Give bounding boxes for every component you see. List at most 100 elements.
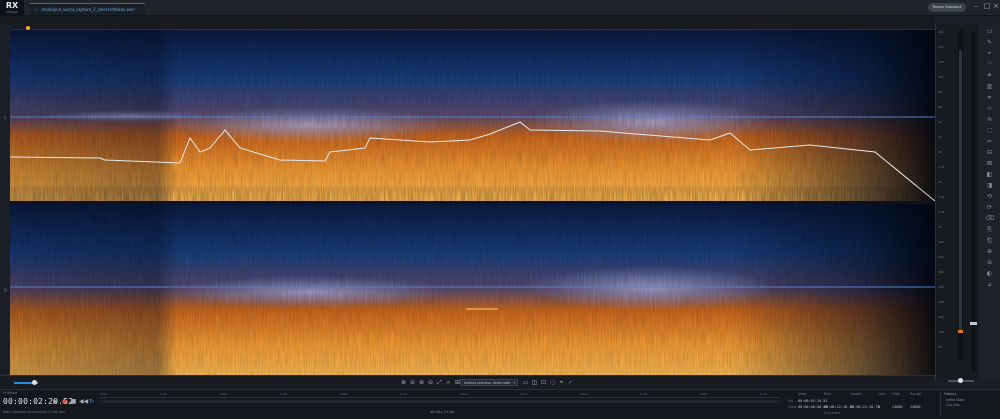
tool-icon[interactable]: ⌗	[986, 94, 994, 102]
tool-icon[interactable]: ⊠	[986, 160, 994, 168]
history-panel: History Initial State Clip Gain	[940, 392, 998, 416]
meter-segment	[959, 50, 962, 330]
file-tab[interactable]: × melodyne_vocal_capture_2_selectedtakes…	[30, 3, 145, 15]
history-title: History	[944, 392, 957, 396]
sel-row-label: Sel	[788, 399, 794, 403]
frequency-tick-label: 1k	[938, 225, 942, 229]
selection-column-header: High	[892, 392, 901, 396]
transport-buttons: ▶ ● ■ ◀◀ ↻	[52, 398, 95, 405]
loop-button[interactable]: ↻	[88, 398, 95, 405]
selection-tool-icon[interactable]: ⌖	[558, 379, 565, 386]
frequency-tick-label: 400	[938, 285, 944, 289]
tool-icon[interactable]: ⎗	[986, 237, 994, 245]
status-message: Edit: Loaded successfully (2.06 sec)	[3, 410, 66, 414]
right-channel-label: R	[4, 288, 7, 293]
title-bar: RX iZotope × melodyne_vocal_capture_2_se…	[0, 0, 1000, 16]
tool-icon[interactable]: ⊿	[986, 281, 994, 289]
close-tab-icon[interactable]: ×	[34, 4, 37, 15]
frequency-tick-label: 800	[938, 240, 944, 244]
zoom-icon[interactable]: ⊖	[427, 379, 434, 386]
frequency-tick-label: 2k	[938, 180, 942, 184]
selection-column-header: Length	[850, 392, 863, 396]
selection-column-header: Low	[878, 392, 885, 396]
frequency-tick-label: 2.5k	[938, 165, 945, 169]
instant-process-select[interactable]: Instant process: Attenuate ▾	[460, 379, 518, 386]
close-icon[interactable]: ×	[992, 2, 1000, 10]
spectrogram-view[interactable]	[10, 30, 935, 375]
overview-tick-label: 0:14	[520, 392, 527, 396]
tool-icon[interactable]: ≋	[986, 116, 994, 124]
frequency-tick-label: 1.5k	[938, 195, 945, 199]
tool-icon[interactable]: ⟲	[986, 193, 994, 201]
logo-text: RX	[5, 1, 19, 10]
tool-icon[interactable]: ⌫	[986, 215, 994, 223]
frequency-tick-label: 600	[938, 255, 944, 259]
overview-track[interactable]	[100, 400, 780, 403]
view-high-value[interactable]: 24000	[892, 405, 903, 409]
frequency-scale: 20k 15k 12k 10k 8k 6k 5k 4k 3k 2.5k 2k 1.5k 1.2k 1k 80…	[938, 30, 952, 375]
zoom-slider[interactable]	[948, 378, 974, 383]
tool-icon[interactable]: ⊹	[986, 105, 994, 113]
rewind-button[interactable]: ◀◀	[79, 398, 88, 405]
minimize-icon[interactable]: –	[972, 2, 980, 10]
zoom-slider-knob[interactable]	[958, 378, 963, 383]
selection-tool-icon[interactable]: ◌	[549, 379, 556, 386]
selection-tool-icon[interactable]: ✓	[567, 379, 574, 386]
overview-tick-label: 0:20	[700, 392, 707, 396]
view-range-value[interactable]: 24000	[910, 405, 921, 409]
zoom-icon[interactable]: ⌕	[445, 379, 452, 386]
zoom-icon[interactable]: ⊕	[400, 379, 407, 386]
zoom-icon[interactable]: ⊕	[418, 379, 425, 386]
overview-tick-label: 0:18	[640, 392, 647, 396]
tool-icon[interactable]: ⊕	[986, 248, 994, 256]
history-item[interactable]: Initial State	[946, 398, 964, 402]
zoom-icon[interactable]: ⤢	[436, 379, 443, 386]
sel-start-value[interactable]: 00:00:02:20.52	[798, 399, 828, 403]
frequency-tick-label: 15k	[938, 45, 944, 49]
clip-label: Untitled	[3, 391, 17, 395]
repair-assistant-button[interactable]: Repair Assistant	[928, 3, 966, 12]
chevron-down-icon: ▾	[513, 381, 515, 385]
overview-tick-label: 0:16	[580, 392, 587, 396]
tool-icon[interactable]: ✎	[986, 39, 994, 47]
selection-column-header: End	[824, 392, 831, 396]
gain-slider-knob[interactable]	[970, 322, 977, 325]
maximize-icon[interactable]: □	[983, 2, 991, 10]
blend-slider-knob[interactable]	[32, 380, 37, 385]
stop-button[interactable]: ■	[70, 398, 77, 405]
gain-slider[interactable]	[970, 32, 977, 372]
selection-tool-icon[interactable]: ◫	[531, 379, 538, 386]
tool-icon[interactable]: ◧	[986, 171, 994, 179]
selection-tool-icon[interactable]: ⊡	[540, 379, 547, 386]
selection-tool-icon[interactable]: ▭	[522, 379, 529, 386]
tool-icon[interactable]: ✂	[986, 138, 994, 146]
zoom-icon[interactable]: ⊖	[409, 379, 416, 386]
tool-icon[interactable]: ✦	[986, 72, 994, 80]
frequency-tick-label: 300	[938, 300, 944, 304]
tool-icon[interactable]: ⊖	[986, 259, 994, 267]
overview-ruler[interactable]: 0:00 0:02 0:04 0:06 0:08 0:10 0:12 0:14 0:16 0:18…	[100, 392, 780, 398]
waveform-spectrogram-blend-slider[interactable]	[14, 380, 38, 385]
play-button[interactable]: ▶	[52, 398, 59, 405]
selection-info-table: Sel View 00:00:02:20.52 00:00:00:00.00 0…	[788, 392, 928, 415]
tool-icon[interactable]: ◨	[986, 182, 994, 190]
instant-process-value: Instant process: Attenuate	[464, 381, 511, 385]
tool-icon[interactable]: ◐	[986, 270, 994, 278]
record-button[interactable]: ●	[61, 398, 68, 405]
tool-icon[interactable]: ⬚	[986, 127, 994, 135]
tools-column: ▭ ✎ ⌖ ◠ ✦ ▥ ⌗ ⊹ ≋ ⬚ ✂ ⊟ ⊠ ◧ ◨ ⟲ ⟳ ⌫ ⎘ ⎗ ⊕ ⊖ ◐ ⊿	[979, 24, 1000, 381]
history-item[interactable]: Clip Gain	[946, 403, 960, 407]
tool-icon[interactable]: ▭	[986, 28, 994, 36]
tool-icon[interactable]: ◠	[986, 61, 994, 69]
editor-header	[0, 16, 935, 24]
sample-rate-readout: 48 kHz, 24-bit	[430, 410, 455, 414]
view-length-value[interactable]: 00:00:22:18.75	[850, 405, 880, 409]
tool-icon[interactable]: ⎘	[986, 226, 994, 234]
tool-icon[interactable]: ⟳	[986, 204, 994, 212]
frequency-tick-label: 4k	[938, 135, 942, 139]
tool-icon[interactable]: ⊟	[986, 149, 994, 157]
tool-icon[interactable]: ⌖	[986, 50, 994, 58]
clip-indicator	[958, 330, 963, 333]
tool-icon[interactable]: ▥	[986, 83, 994, 91]
view-low-value[interactable]: 0	[878, 405, 880, 409]
